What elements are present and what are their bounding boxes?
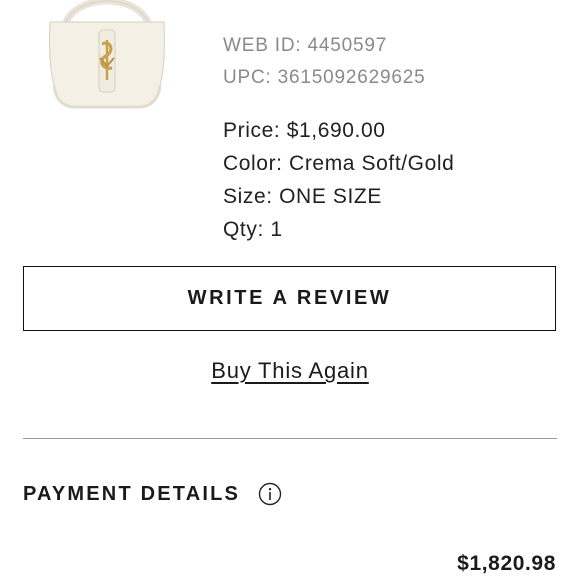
handbag-icon xyxy=(48,0,166,109)
write-review-button[interactable]: WRITE A REVIEW xyxy=(23,266,556,331)
payment-total: $1,820.98 xyxy=(457,552,556,575)
upc-code: UPC: 3615092629625 xyxy=(223,67,426,88)
web-id: WEB ID: 4450597 xyxy=(223,35,388,56)
buy-this-again-link[interactable]: Buy This Again xyxy=(0,358,580,384)
order-item-page: WEB ID: 4450597 UPC: 3615092629625 Price… xyxy=(0,0,580,580)
price: Price: $1,690.00 xyxy=(223,119,386,142)
color: Color: Crema Soft/Gold xyxy=(223,152,455,175)
write-review-label: WRITE A REVIEW xyxy=(187,287,392,309)
product-image[interactable] xyxy=(32,0,182,120)
payment-details-header: PAYMENT DETAILS xyxy=(23,482,282,506)
product-identifiers: WEB ID: 4450597 UPC: 3615092629625 xyxy=(223,30,425,94)
payment-details-title: PAYMENT DETAILS xyxy=(23,482,241,505)
info-icon[interactable] xyxy=(258,482,282,506)
section-divider xyxy=(23,438,557,439)
product-details: Price: $1,690.00 Color: Crema Soft/Gold … xyxy=(223,114,454,246)
size: Size: ONE SIZE xyxy=(223,185,382,208)
quantity: Qty: 1 xyxy=(223,218,283,241)
